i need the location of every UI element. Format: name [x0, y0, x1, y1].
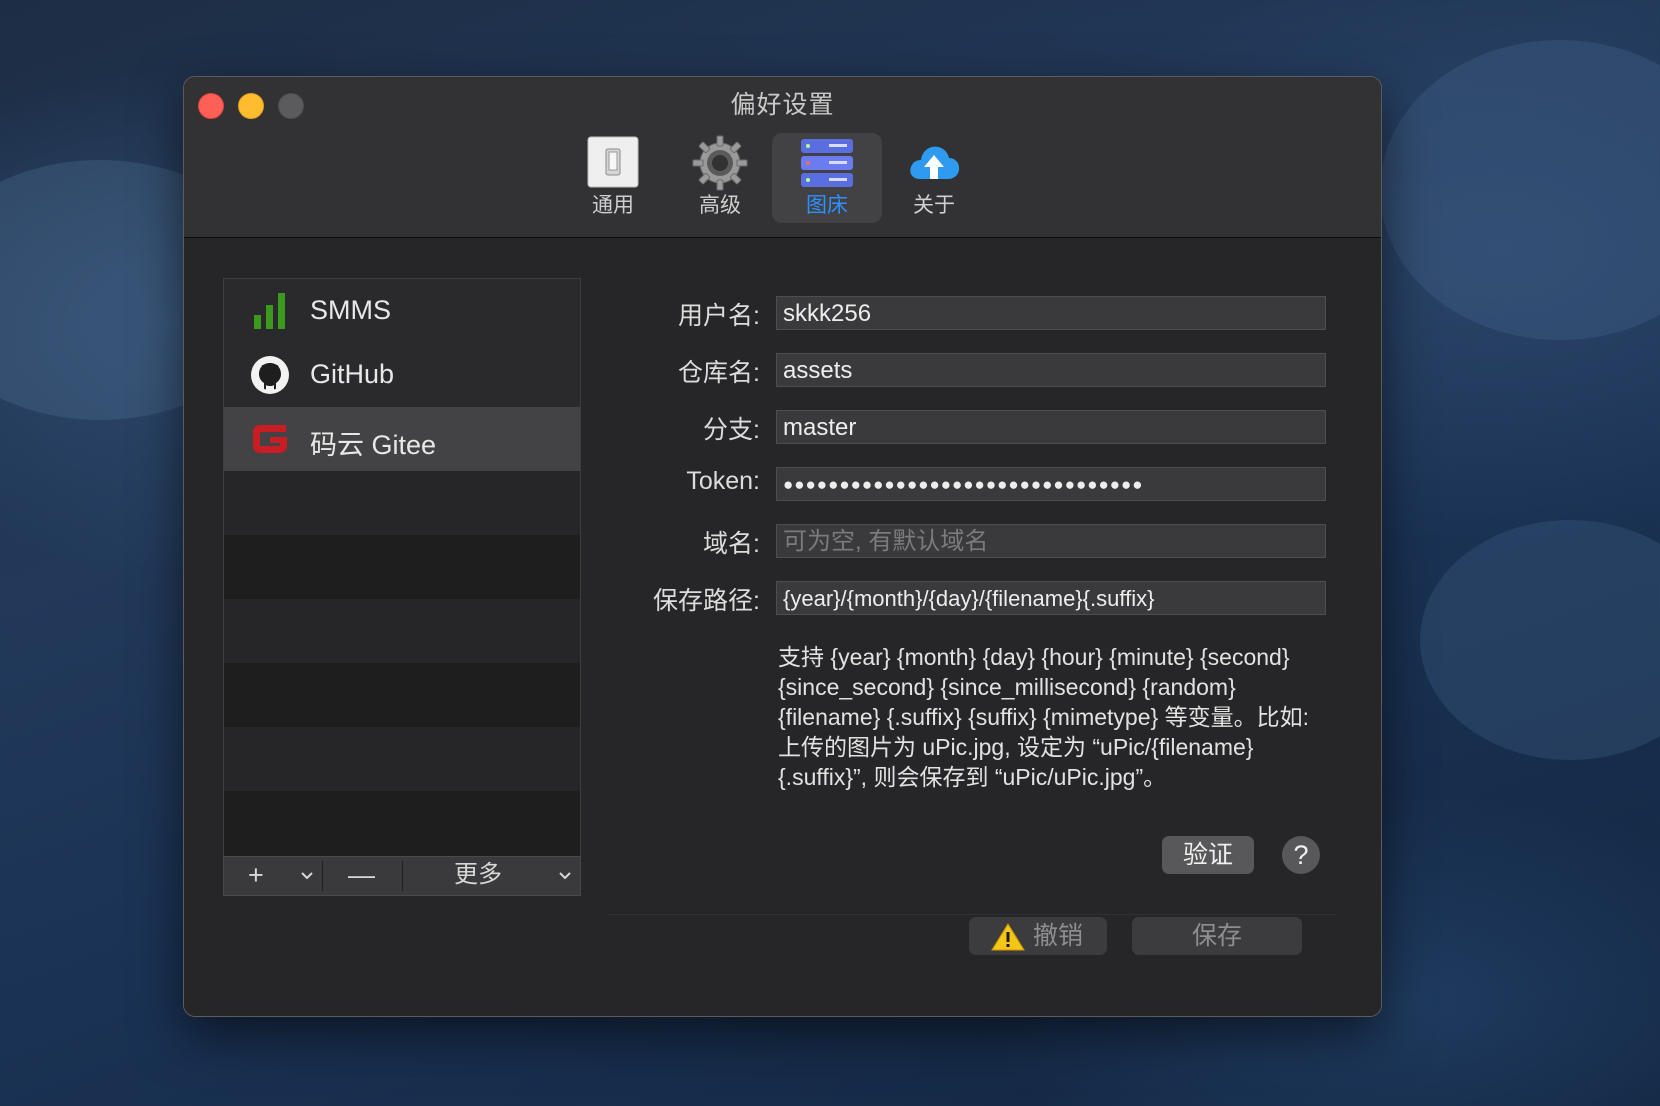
repo-label: 仓库名:	[678, 359, 760, 387]
github-icon	[251, 356, 289, 394]
tab-advanced[interactable]: 高级	[665, 133, 775, 223]
chevron-down-icon[interactable]	[300, 871, 314, 881]
gitee-icon	[253, 425, 287, 453]
username-field[interactable]: skkk256	[776, 296, 1326, 330]
remove-host-button[interactable]: —	[348, 857, 375, 895]
token-label: Token:	[686, 467, 760, 495]
tab-label: 通用	[592, 194, 634, 217]
list-empty-row	[224, 663, 580, 727]
verify-button[interactable]: 验证	[1162, 836, 1254, 874]
save-path-label: 保存路径:	[653, 587, 760, 615]
host-label: SMMS	[310, 295, 391, 325]
gear-icon	[692, 135, 748, 191]
host-item-gitee[interactable]: 码云 Gitee	[224, 407, 580, 471]
list-empty-row	[224, 471, 580, 535]
host-label: 码云 Gitee	[310, 430, 437, 460]
repo-field[interactable]: assets	[776, 353, 1326, 387]
branch-label: 分支:	[703, 416, 760, 444]
cancel-button[interactable]: 撤销	[969, 917, 1107, 955]
token-field[interactable]: ●●●●●●●●●●●●●●●●●●●●●●●●●●●●●●●●	[776, 467, 1326, 501]
cloud-upload-icon	[910, 146, 960, 179]
tab-label: 高级	[699, 194, 741, 217]
list-empty-row	[224, 727, 580, 791]
titlebar: 偏好设置 通用 高级 图床 关于	[184, 77, 1381, 238]
light-switch-icon	[587, 136, 639, 188]
domain-field[interactable]: 可为空, 有默认域名	[776, 524, 1326, 558]
window-title: 偏好设置	[730, 91, 835, 119]
list-empty-row	[224, 599, 580, 663]
save-path-help-text: 支持 {year} {month} {day} {hour} {minute} …	[778, 644, 1309, 790]
host-list: SMMS GitHub 码云 Gitee	[223, 278, 581, 858]
wallpaper-ridge	[1420, 520, 1660, 760]
save-button[interactable]: 保存	[1132, 917, 1302, 955]
more-button[interactable]: 更多	[454, 857, 502, 895]
tab-image-host[interactable]: 图床	[772, 133, 882, 223]
host-item-github[interactable]: GitHub	[224, 343, 580, 407]
add-host-button[interactable]: +	[248, 857, 264, 895]
help-button[interactable]: ?	[1282, 836, 1320, 874]
list-empty-row	[224, 791, 580, 857]
username-label: 用户名:	[678, 302, 760, 330]
tab-about[interactable]: 关于	[879, 133, 989, 223]
tab-label: 关于	[913, 194, 955, 217]
server-stack-icon	[801, 139, 853, 187]
tab-general[interactable]: 通用	[558, 133, 668, 223]
divider	[608, 914, 1336, 915]
preferences-window: 偏好设置 通用 高级 图床 关于 SMMS GitHub 码云 Gitee + …	[183, 76, 1382, 1017]
chevron-down-icon[interactable]	[558, 871, 572, 881]
list-empty-row	[224, 535, 580, 599]
save-path-field[interactable]: {year}/{month}/{day}/{filename}{.suffix}	[776, 581, 1326, 615]
separator	[322, 861, 323, 891]
separator	[402, 861, 403, 891]
host-item-smms[interactable]: SMMS	[224, 279, 580, 343]
signal-bars-icon	[254, 293, 285, 329]
warning-icon	[991, 923, 1025, 951]
tab-label: 图床	[806, 194, 848, 217]
host-label: GitHub	[310, 359, 395, 389]
domain-label: 域名:	[703, 530, 760, 558]
image-host-pane: SMMS GitHub 码云 Gitee + — 更多 用户名: skkk256…	[184, 238, 1381, 1016]
cancel-label: 撤销	[1033, 922, 1084, 950]
host-list-controls: + — 更多	[223, 856, 581, 896]
branch-field[interactable]: master	[776, 410, 1326, 444]
wallpaper-ridge	[1380, 40, 1660, 340]
